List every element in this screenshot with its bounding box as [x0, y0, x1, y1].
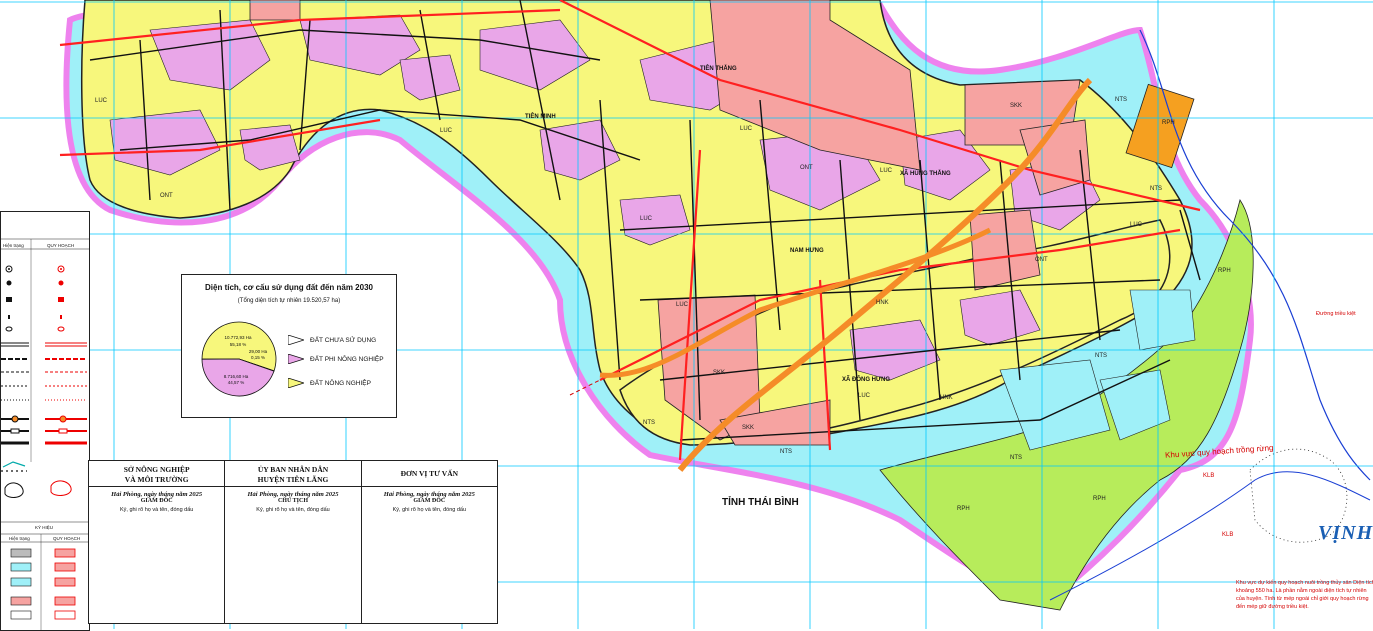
pie-legend-nonagri-label: ĐẤT PHI NÔNG NGHIỆP	[310, 355, 384, 363]
pie-legend-agri: ĐẤT NÔNG NGHIỆP	[288, 377, 371, 389]
zone-label-nts-2: NTS	[1150, 186, 1162, 192]
legend-swatch-nonagri	[288, 354, 304, 364]
zone-label-luc-8: LUC	[858, 393, 871, 399]
pie-slice-label: 44,57 %	[228, 380, 245, 385]
signature-role: GIÁM ĐỐC	[413, 498, 446, 504]
zone-label-rph-4: RPH	[1162, 120, 1175, 126]
aquaculture-note: Khu vực dự kiến quy hoạch nuôi trồng thủ…	[1236, 580, 1373, 610]
legend-ky-hieu: KÝ HIỆU	[35, 525, 54, 530]
zone-label-skk-2: SKK	[713, 370, 726, 376]
legend-quy-hoach-2: QUY HOẠCH	[53, 536, 81, 541]
signature-date: Hải Phòng, ngày tháng năm 2025	[111, 491, 203, 498]
zone-label-nts-4: NTS	[1010, 455, 1022, 461]
pie-slice	[201, 358, 275, 397]
signature-org-line2: VÀ MÔI TRƯỜNG	[124, 475, 189, 484]
signature-block: SỞ NÔNG NGHIỆP VÀ MÔI TRƯỜNG Hải Phòng, n…	[88, 460, 498, 624]
zone-label-ont-3: ONT	[1035, 257, 1048, 263]
signature-org-line1: SỞ NÔNG NGHIỆP	[123, 465, 190, 474]
pie-slice-label: 10.772,93 Ha	[224, 335, 252, 340]
legend-symbols	[1, 238, 89, 630]
zone-label-hnk-2: HNK	[940, 395, 953, 401]
land-use-pie-chart: Diện tích, cơ cấu sử dụng đất đến năm 20…	[181, 274, 397, 418]
zone-label-rph-1: RPH	[1218, 268, 1231, 274]
bay-label: VỊNH	[1318, 522, 1373, 544]
signature-dept-agri: SỞ NÔNG NGHIỆP VÀ MÔI TRƯỜNG Hải Phòng, n…	[89, 461, 226, 623]
pie-chart-title: Diện tích, cơ cấu sử dụng đất đến năm 20…	[205, 283, 373, 292]
signature-role: GIÁM ĐỐC	[140, 498, 173, 504]
zone-label-luc-4: LUC	[740, 126, 753, 132]
signature-role: CHỦ TỊCH	[277, 498, 309, 504]
signature-org-line1: ỦY BAN NHÂN DÂN	[257, 465, 329, 474]
signature-org-line2: HUYỆN TIÊN LÃNG	[257, 475, 329, 484]
zone-label-luc-1: LUC	[95, 98, 108, 104]
signature-date: Hải Phòng, ngày tháng năm 2025	[383, 491, 475, 498]
zone-label-luc-6: LUC	[1130, 222, 1143, 228]
signature-note: Ký, ghi rõ họ và tên, đóng dấu	[256, 507, 330, 513]
province-label: TỈNH THÁI BÌNH	[722, 497, 799, 508]
pie-slice-label: 55,18 %	[230, 342, 247, 347]
zone-label-nts-1: NTS	[1115, 97, 1127, 103]
zone-label-nts-6: NTS	[643, 420, 655, 426]
zone-label-skk-3: SKK	[742, 425, 755, 431]
pie-slice-label: 8.716,60 Ha	[224, 374, 249, 379]
zone-label-nts-3: NTS	[1095, 353, 1107, 359]
signature-org-heading: SỞ NÔNG NGHIỆP VÀ MÔI TRƯỜNG	[89, 461, 225, 487]
pie-legend-nonagri: ĐẤT PHI NÔNG NGHIỆP	[288, 353, 384, 365]
zone-label-ont-2: ONT	[800, 165, 813, 171]
place-label-tien-thang: TIÊN THẮNG	[700, 66, 737, 72]
pie-slice-label: 0,15 %	[251, 355, 265, 360]
zone-label-klb-2: KLB	[1222, 532, 1234, 538]
zone-label-nts-5: NTS	[780, 449, 792, 455]
signature-org-line1: ĐƠN VỊ TƯ VẤN	[400, 469, 459, 478]
zone-label-luc-2: LUC	[440, 128, 453, 134]
zone-label-luc-7: LUC	[676, 302, 689, 308]
tide-line-note: Đường triều kiệt	[1316, 311, 1356, 317]
place-label-tien-minh: TIÊN MINH	[525, 114, 556, 120]
legend-swatch-agri	[288, 378, 304, 388]
zone-label-skk-1: SKK	[1010, 103, 1023, 109]
signature-peoples-committee: ỦY BAN NHÂN DÂN HUYỆN TIÊN LÃNG Hải Phòng…	[225, 461, 362, 623]
map-legend-panel: Hiện trạng QUY HOẠCH KÝ HIỆU Hiện trạng …	[0, 211, 90, 631]
zone-label-luc-5: LUC	[880, 168, 893, 174]
signature-note: Ký, ghi rõ họ và tên, đóng dấu	[392, 507, 467, 513]
zone-label-rph-2: RPH	[1093, 496, 1106, 502]
zone-label-klb-1: KLB	[1203, 473, 1215, 479]
zone-label-rph-3: RPH	[957, 506, 970, 512]
signature-note: Ký, ghi rõ họ và tên, đóng dấu	[119, 507, 194, 513]
zone-label-hnk-1: HNK	[876, 300, 889, 306]
pie-chart-subtitle: (Tổng diện tích tự nhiên 19.520,57 ha)	[237, 298, 341, 304]
signature-org-heading: ĐƠN VỊ TƯ VẤN	[361, 461, 497, 487]
pie-legend-unused-label: ĐẤT CHƯA SỬ DỤNG	[310, 336, 377, 344]
place-label-nam-hung: NAM HƯNG	[790, 248, 824, 254]
zone-label-ont-1: ONT	[160, 193, 173, 199]
legend-hien-trang-2: Hiện trạng	[9, 536, 30, 541]
pie-legend-agri-label: ĐẤT NÔNG NGHIỆP	[310, 379, 371, 387]
place-label-dong-hung: XÃ ĐÔNG HƯNG	[842, 377, 890, 383]
legend-swatch-unused	[288, 335, 304, 345]
signature-date: Hải Phòng, ngày tháng năm 2025	[247, 491, 339, 498]
pie-legend-unused: ĐẤT CHƯA SỬ DỤNG	[288, 334, 376, 346]
pie-slice	[201, 321, 277, 372]
pie-chart-svg: 10.772,93 Ha 55,18 %29,00 Ha0,15 % 8.716,6…	[201, 321, 277, 397]
signature-org-heading: ỦY BAN NHÂN DÂN HUYỆN TIÊN LÃNG	[225, 461, 361, 487]
signature-consultant: ĐƠN VỊ TƯ VẤN Hải Phòng, ngày tháng năm …	[361, 461, 497, 623]
pie-slice	[238, 358, 275, 372]
place-label-hung-thang: XÃ HÙNG THẮNG	[900, 171, 951, 177]
pie-slice-label: 29,00 Ha	[249, 349, 268, 354]
zone-label-luc-3: LUC	[640, 216, 653, 222]
